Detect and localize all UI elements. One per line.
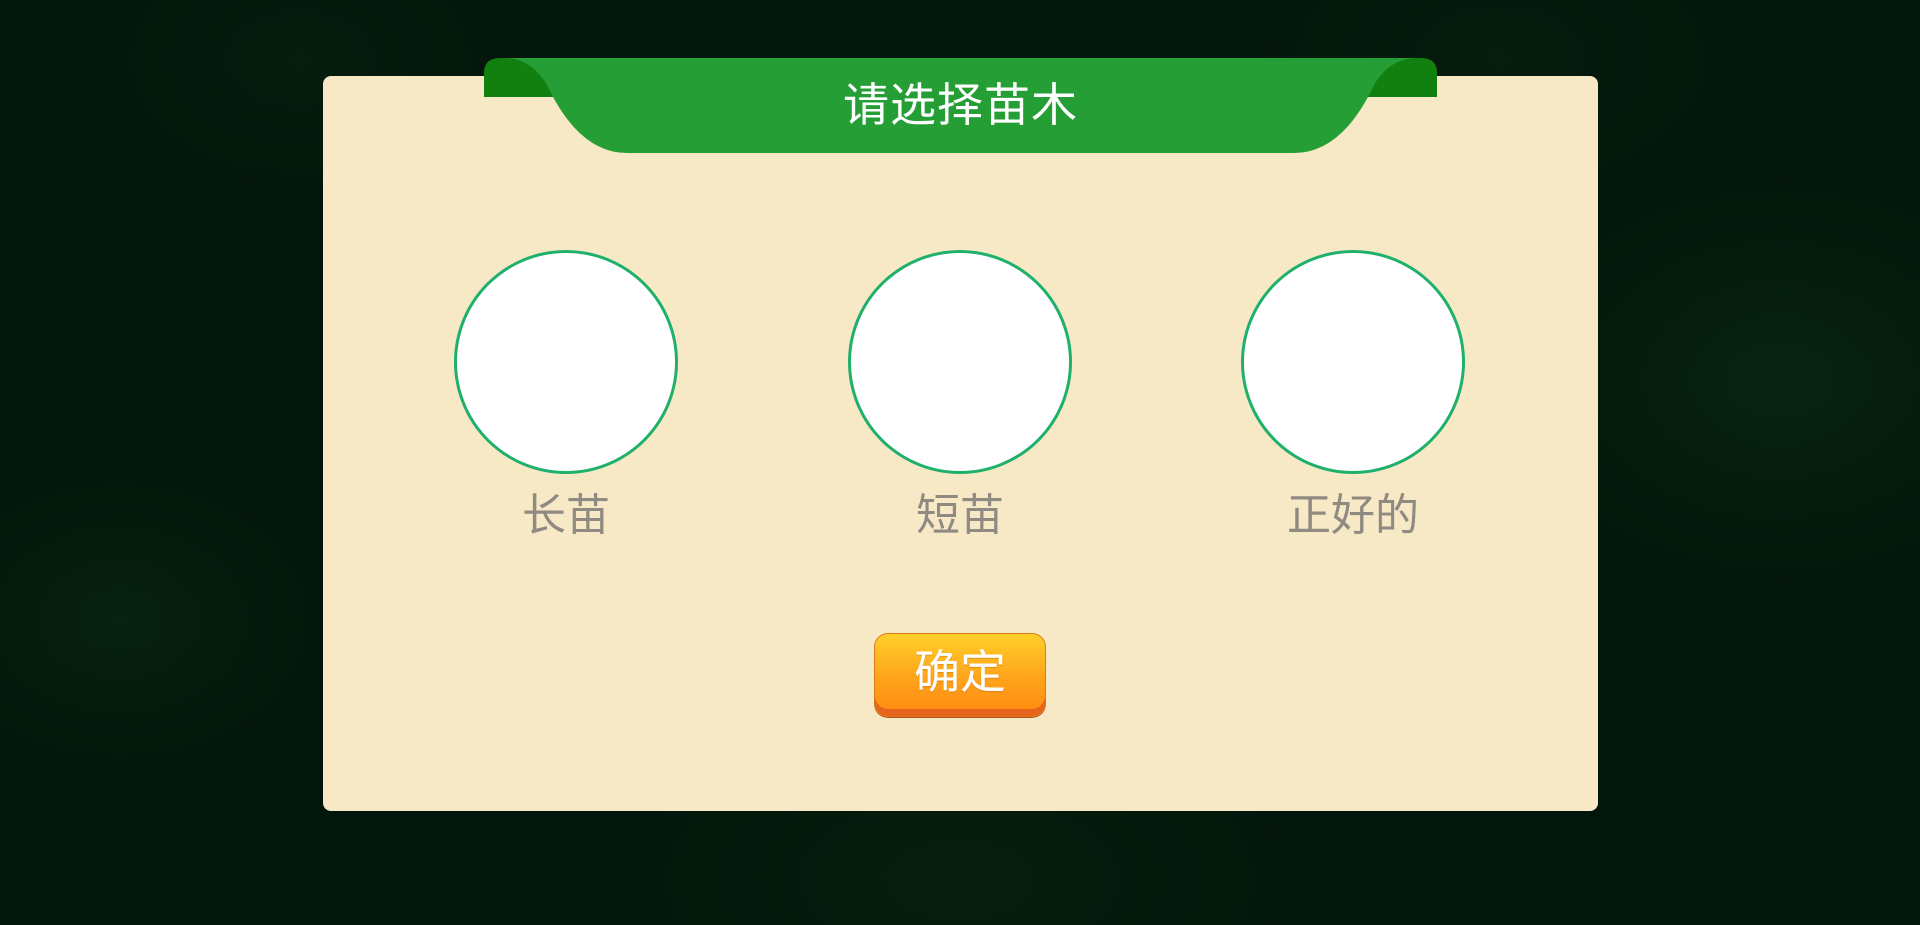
option-label: 短苗 <box>916 490 1004 541</box>
dialog-title: 请选择苗木 <box>843 78 1078 132</box>
option-label: 长苗 <box>522 490 610 541</box>
option-label: 正好的 <box>1287 490 1419 541</box>
option-just-right-seedling[interactable]: 正好的 <box>1241 250 1465 544</box>
option-long-seedling[interactable]: 长苗 <box>454 250 678 544</box>
option-short-seedling[interactable]: 短苗 <box>848 250 1072 544</box>
confirm-button[interactable]: 确定 <box>874 633 1046 717</box>
option-image-circle[interactable] <box>454 250 678 474</box>
option-image-circle[interactable] <box>1241 250 1465 474</box>
title-banner: 请选择苗木 <box>484 57 1437 153</box>
option-image-circle[interactable] <box>848 250 1072 474</box>
